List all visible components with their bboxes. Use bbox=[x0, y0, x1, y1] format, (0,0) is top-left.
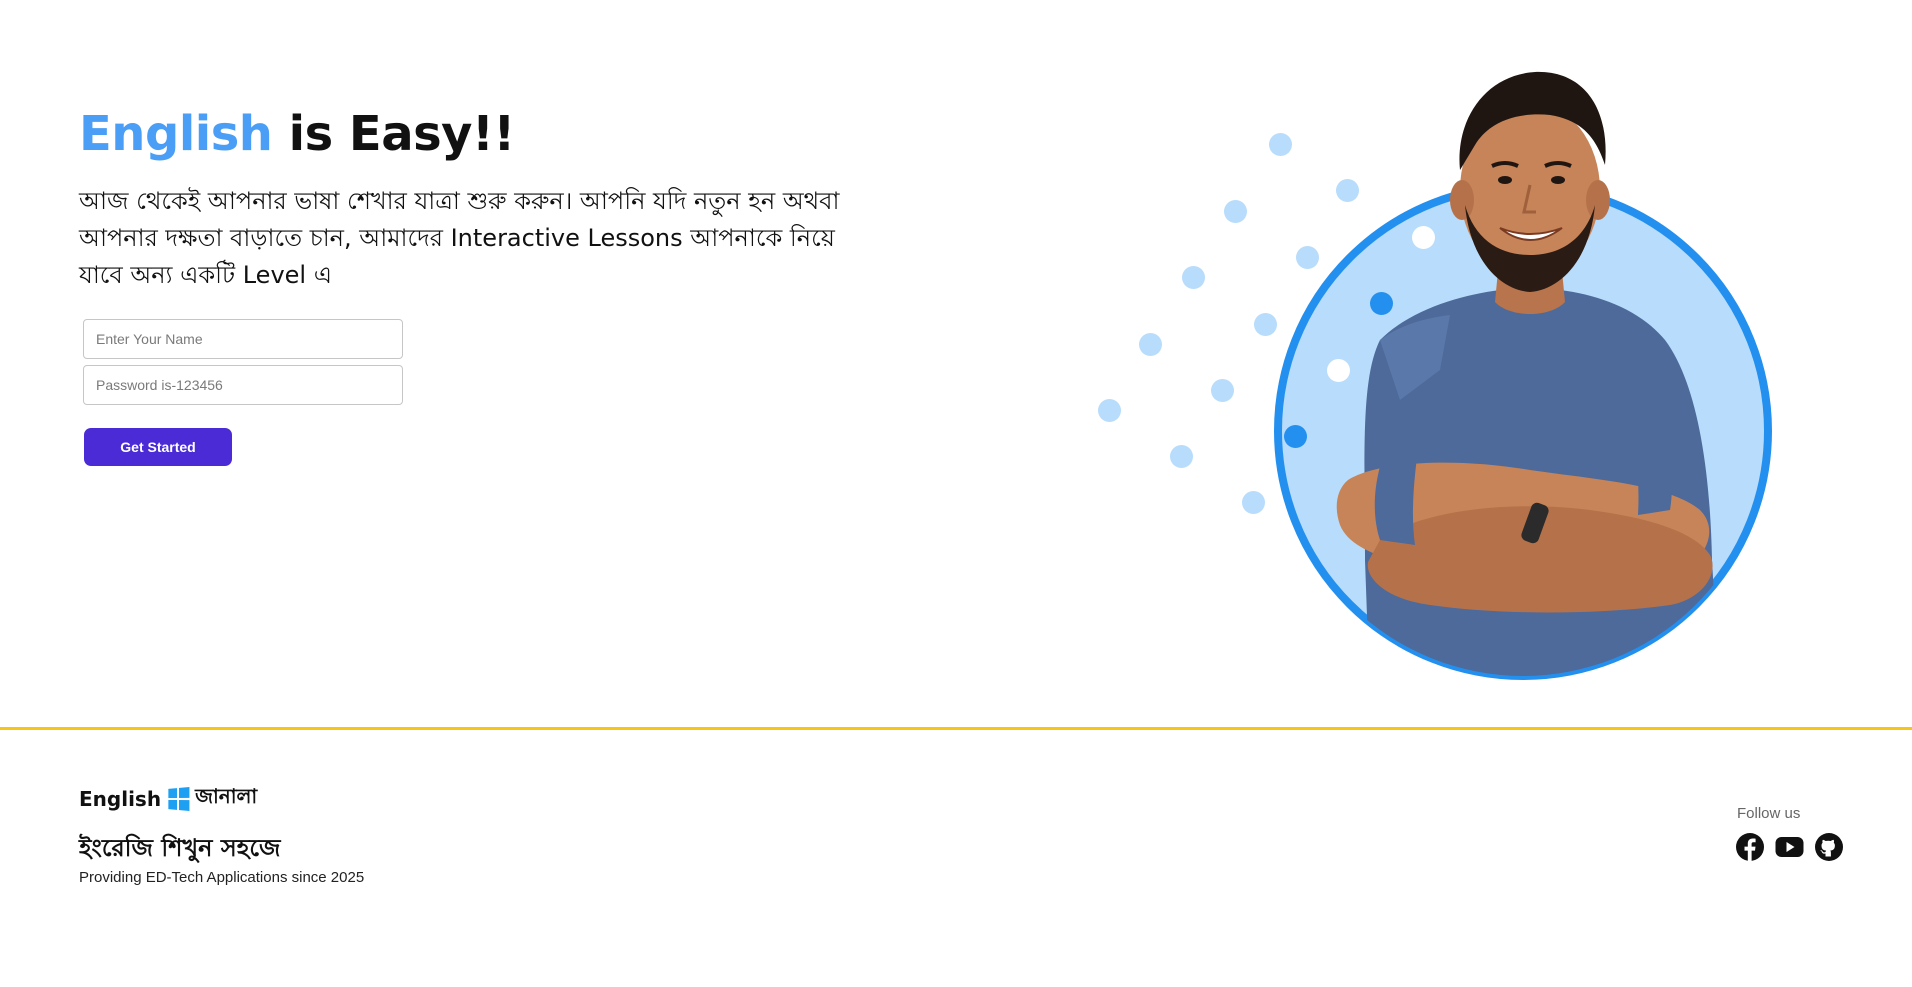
github-icon[interactable] bbox=[1815, 833, 1843, 861]
hero-section: English is Easy!! আজ থেকেই আপনার ভাষা শে… bbox=[0, 0, 1912, 727]
follow-us-label: Follow us bbox=[1737, 805, 1801, 822]
hero-title-rest: is Easy!! bbox=[272, 106, 516, 162]
brand-bangla: জানালা bbox=[195, 784, 258, 808]
brand-english: English bbox=[79, 786, 162, 811]
hero-title-accent: English bbox=[79, 106, 273, 162]
social-links bbox=[1736, 833, 1843, 861]
login-form: Get Started bbox=[83, 319, 403, 466]
footer: English জানালা ইংরেজি শিখুন সহজে Providi… bbox=[0, 730, 1912, 987]
person-illustration bbox=[1336, 71, 1720, 676]
windows-icon bbox=[168, 786, 190, 811]
footer-since: Providing ED-Tech Applications since 202… bbox=[79, 869, 365, 886]
footer-brand[interactable]: English জানালা bbox=[79, 782, 257, 815]
hero-title: English is Easy!! bbox=[79, 106, 515, 162]
name-input[interactable] bbox=[83, 319, 403, 359]
hero-illustration bbox=[1080, 40, 1800, 690]
password-input[interactable] bbox=[83, 365, 403, 405]
facebook-icon[interactable] bbox=[1736, 833, 1764, 861]
youtube-icon[interactable] bbox=[1774, 833, 1805, 861]
get-started-button[interactable]: Get Started bbox=[84, 428, 232, 466]
hero-description: আজ থেকেই আপনার ভাষা শেখার যাত্রা শুরু কর… bbox=[79, 187, 840, 289]
footer-tagline: ইংরেজি শিখুন সহজে bbox=[79, 834, 281, 862]
